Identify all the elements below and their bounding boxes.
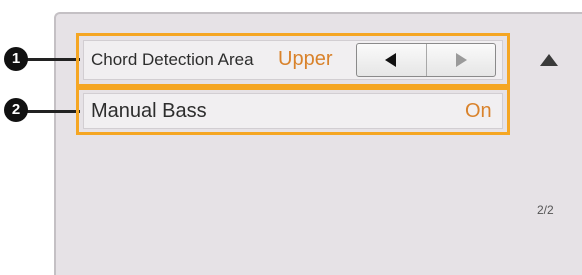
manual-page: 1 2 Chord Detection Area Upper Manual Ba… <box>0 0 582 275</box>
callout-badge-2: 2 <box>4 98 28 122</box>
triangle-right-icon <box>455 53 467 67</box>
triangle-up-icon[interactable] <box>540 54 558 66</box>
callout-1-leader <box>24 58 80 61</box>
chord-detection-area-value: Upper <box>278 48 333 70</box>
page-indicator: 2/2 <box>537 203 554 217</box>
increment-button[interactable] <box>425 44 496 76</box>
chord-detection-area-label: Chord Detection Area <box>91 50 254 69</box>
manual-bass-label: Manual Bass <box>91 100 207 122</box>
triangle-left-icon <box>385 53 397 67</box>
value-arrow-buttons <box>356 43 496 77</box>
callout-2-leader <box>24 110 80 113</box>
manual-bass-value: On <box>465 100 492 122</box>
callout-badge-1: 1 <box>4 47 28 71</box>
decrement-button[interactable] <box>357 44 426 76</box>
